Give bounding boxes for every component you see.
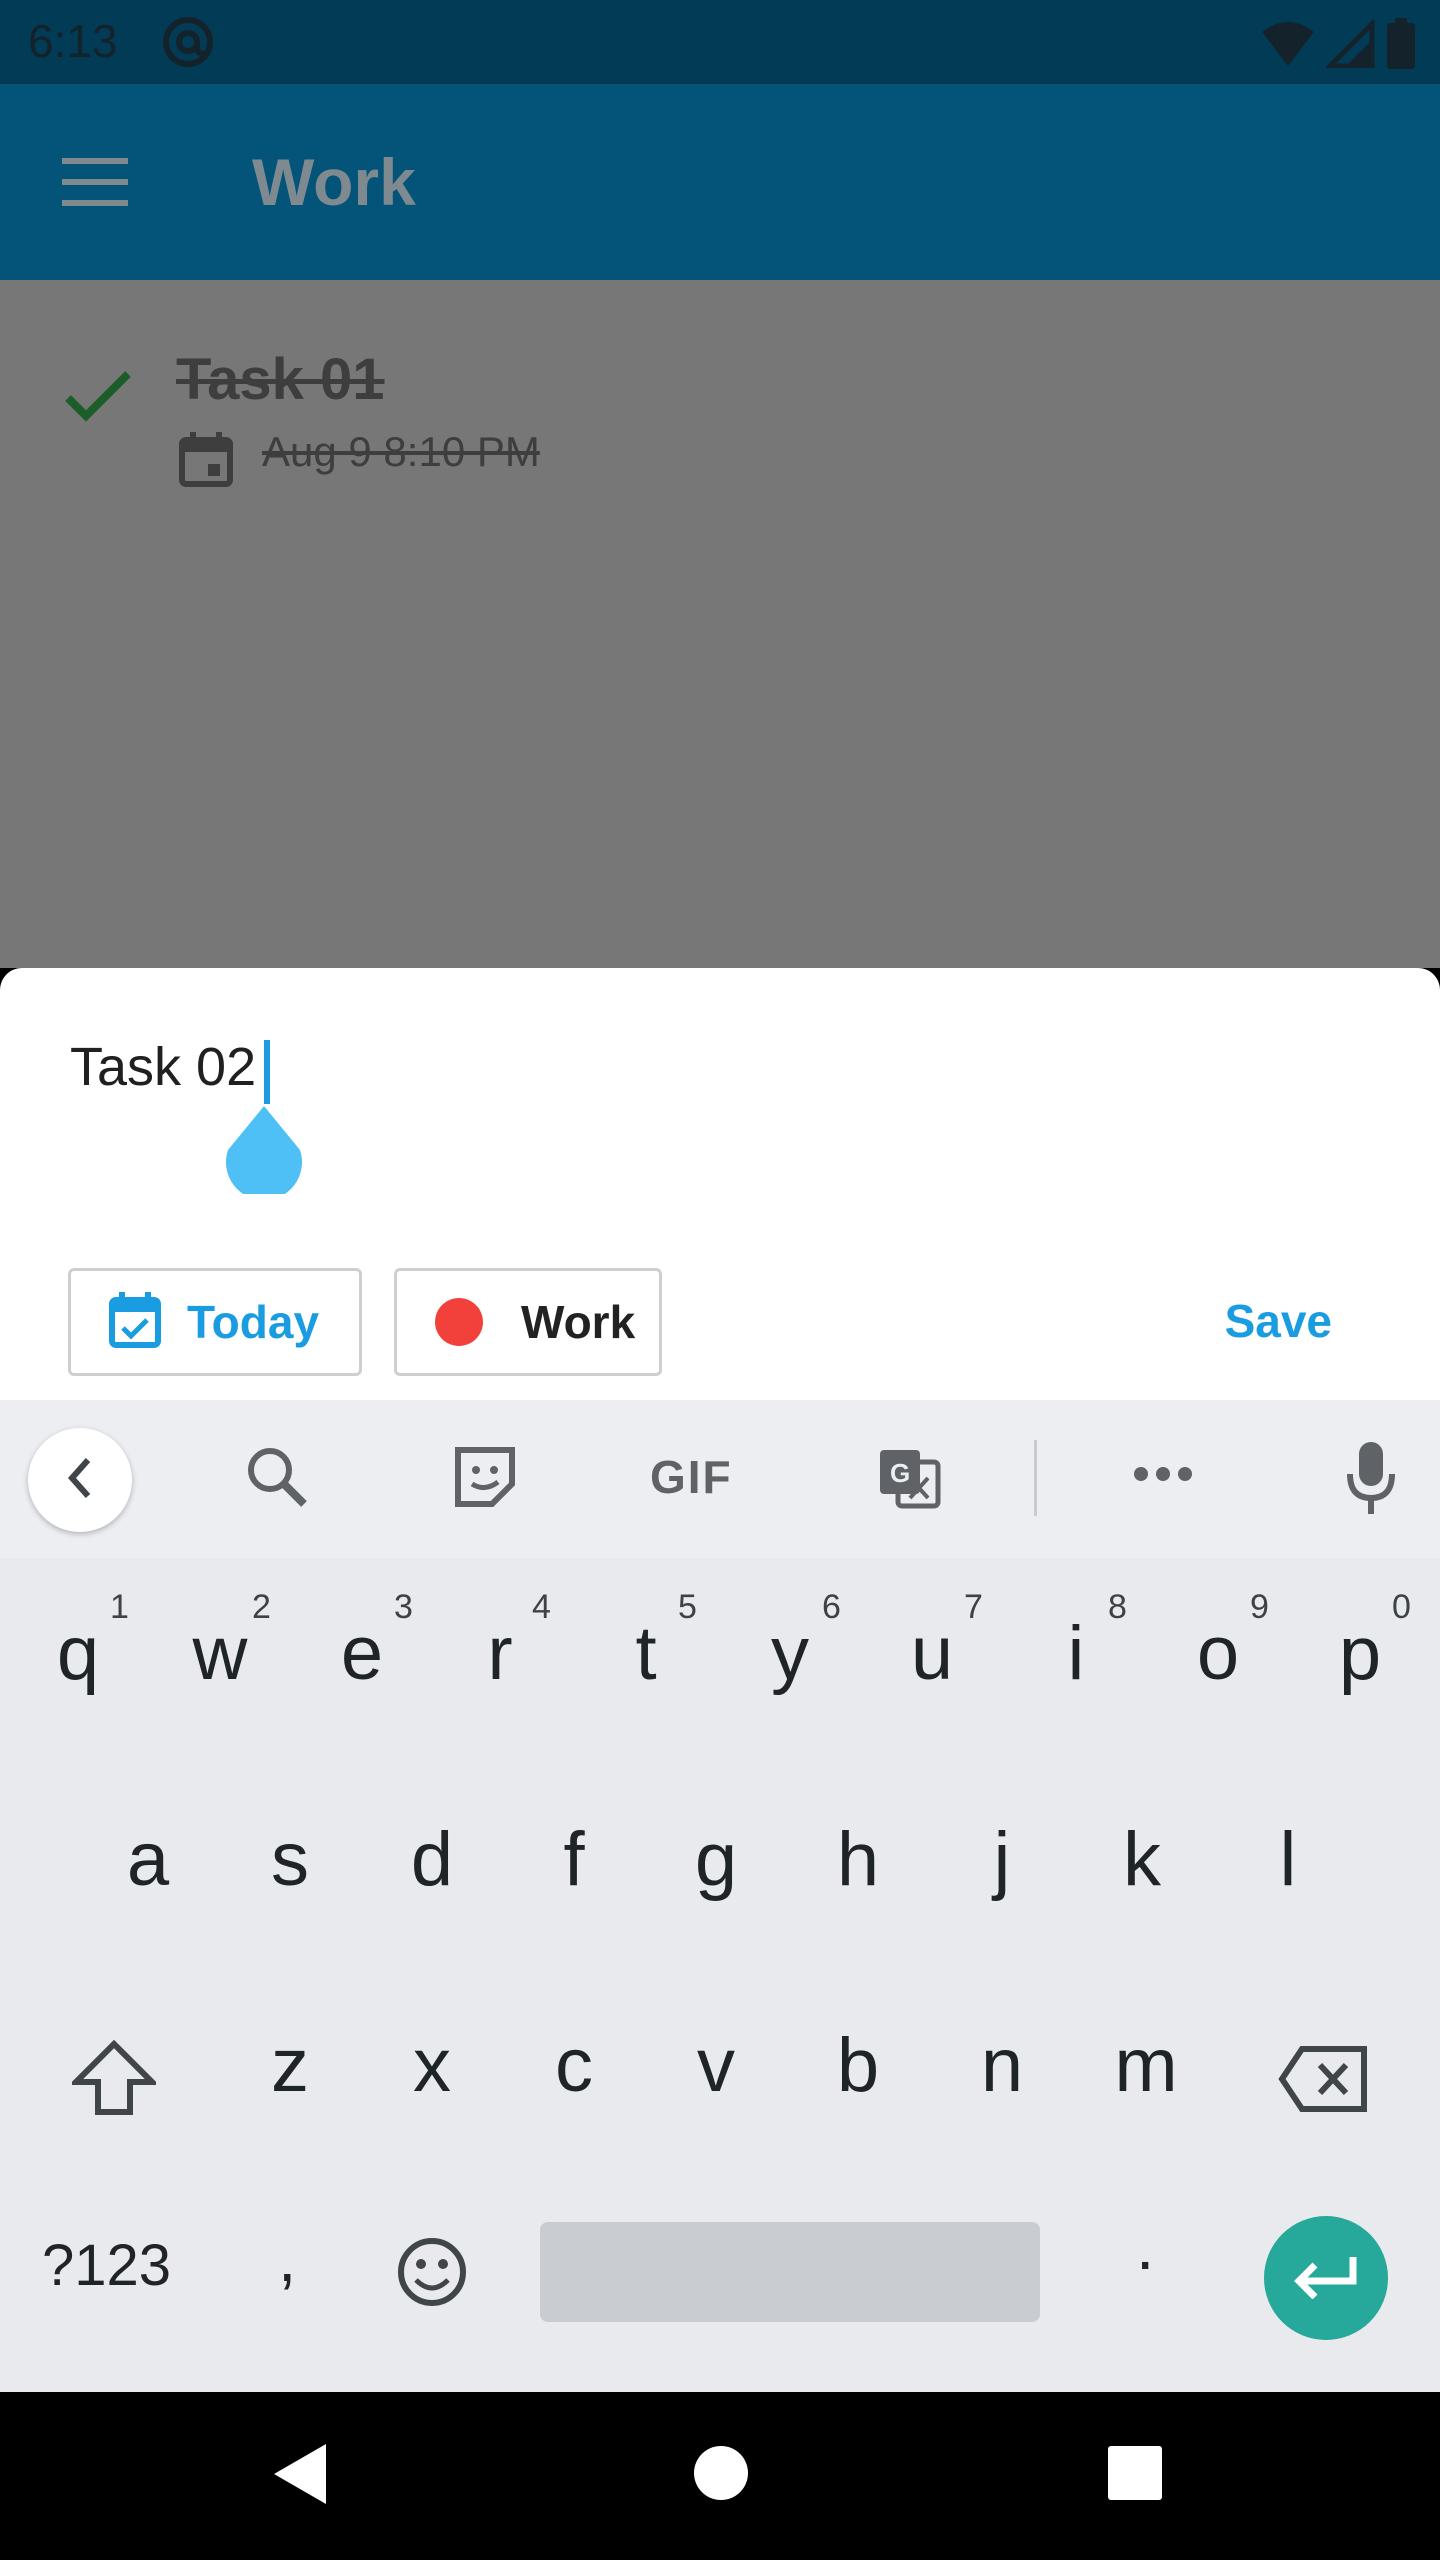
at-sign-icon [160, 14, 216, 75]
save-button[interactable]: Save [1225, 1294, 1332, 1348]
key-hint-5: 5 [678, 1588, 697, 1626]
key-e[interactable]: e [332, 1610, 392, 1697]
keyboard-toolbar: GIF G [0, 1400, 1440, 1558]
task-title: Task 01 [176, 347, 385, 412]
chevron-left-icon [60, 1454, 100, 1507]
search-icon[interactable] [244, 1444, 310, 1515]
wifi-icon [1260, 20, 1316, 73]
key-x[interactable]: x [392, 2022, 472, 2109]
key-s[interactable]: s [260, 1816, 320, 1903]
key-u[interactable]: u [902, 1610, 962, 1697]
shift-key[interactable] [68, 2039, 160, 2134]
collapse-toolbar-button[interactable] [28, 1428, 132, 1532]
sticker-icon[interactable] [452, 1444, 518, 1515]
task-list: Task 01 Aug 9 8:10 PM [0, 280, 1440, 968]
key-q[interactable]: q [48, 1610, 108, 1697]
battery-icon [1386, 18, 1416, 75]
translate-icon[interactable]: G [876, 1444, 942, 1515]
key-h[interactable]: h [828, 1816, 888, 1903]
key-hint-4: 4 [532, 1588, 551, 1626]
list-color-dot [435, 1298, 483, 1346]
status-icons [1260, 17, 1416, 75]
key-z[interactable]: z [250, 2022, 330, 2109]
more-icon[interactable] [1132, 1464, 1194, 1489]
calendar-icon [178, 432, 234, 493]
toolbar-divider [1034, 1440, 1037, 1516]
key-w[interactable]: w [190, 1610, 250, 1697]
task-due-date: Aug 9 8:10 PM [262, 428, 540, 475]
key-t[interactable]: t [616, 1610, 676, 1697]
key-hint-1: 1 [110, 1588, 129, 1626]
app-bar: Work [0, 84, 1440, 280]
symbols-key[interactable]: ?123 [42, 2232, 171, 2299]
nav-back-icon[interactable] [272, 2442, 328, 2511]
nav-recents-icon[interactable] [1108, 2446, 1162, 2500]
comma-key[interactable]: , [278, 2220, 296, 2296]
key-v[interactable]: v [676, 2022, 756, 2109]
key-hint-8: 8 [1108, 1588, 1127, 1626]
key-hint-3: 3 [394, 1588, 413, 1626]
due-date-chip[interactable]: Today [68, 1268, 362, 1376]
key-j[interactable]: j [972, 1816, 1032, 1903]
cursor-handle[interactable] [222, 1106, 306, 1201]
key-c[interactable]: c [534, 2022, 614, 2109]
key-y[interactable]: y [760, 1610, 820, 1697]
calendar-check-icon [109, 1291, 161, 1353]
text-cursor [264, 1040, 270, 1104]
list-label: Work [521, 1296, 636, 1348]
list-chip[interactable]: Work [394, 1268, 662, 1376]
nav-home-icon[interactable] [694, 2446, 748, 2500]
key-g[interactable]: g [686, 1816, 746, 1903]
page-title: Work [252, 145, 416, 219]
key-o[interactable]: o [1188, 1610, 1248, 1697]
svg-text:G: G [890, 1458, 910, 1488]
emoji-icon[interactable] [396, 2236, 468, 2326]
key-i[interactable]: i [1046, 1610, 1106, 1697]
key-m[interactable]: m [1106, 2022, 1186, 2109]
task-name-input[interactable] [70, 1036, 770, 1098]
list-item[interactable]: Task 01 Aug 9 8:10 PM [0, 310, 1440, 487]
status-time: 6:13 [28, 15, 118, 67]
due-date-label: Today [187, 1296, 320, 1348]
key-b[interactable]: b [818, 2022, 898, 2109]
cellular-signal-icon [1323, 17, 1376, 73]
key-hint-0: 0 [1392, 1588, 1411, 1626]
key-f[interactable]: f [544, 1816, 604, 1903]
check-icon[interactable] [64, 370, 132, 427]
new-task-sheet: Today Work Save [0, 968, 1440, 1400]
keyboard: GIF G q1 w2 e3 r4 t5 y6 u7 i8 o9 p0 asdfghjkl zxc… [0, 1400, 1440, 2392]
key-hint-9: 9 [1250, 1588, 1269, 1626]
enter-key[interactable] [1264, 2216, 1388, 2340]
space-key[interactable] [540, 2222, 1040, 2322]
key-r[interactable]: r [470, 1610, 530, 1697]
gif-button[interactable]: GIF [650, 1450, 733, 1504]
key-hint-7: 7 [964, 1588, 983, 1626]
microphone-icon[interactable] [1346, 1440, 1396, 1521]
enter-icon [1291, 2253, 1361, 2304]
key-k[interactable]: k [1112, 1816, 1172, 1903]
navigation-bar [0, 2392, 1440, 2560]
key-d[interactable]: d [402, 1816, 462, 1903]
key-hint-2: 2 [252, 1588, 271, 1626]
key-n[interactable]: n [962, 2022, 1042, 2109]
status-bar: 6:13 [0, 0, 1440, 84]
key-hint-6: 6 [822, 1588, 841, 1626]
backspace-key[interactable] [1278, 2044, 1370, 2131]
menu-icon[interactable] [62, 156, 130, 208]
key-l[interactable]: l [1258, 1816, 1318, 1903]
key-a[interactable]: a [118, 1816, 178, 1903]
key-p[interactable]: p [1330, 1610, 1390, 1697]
period-key[interactable]: . [1136, 2208, 1154, 2284]
